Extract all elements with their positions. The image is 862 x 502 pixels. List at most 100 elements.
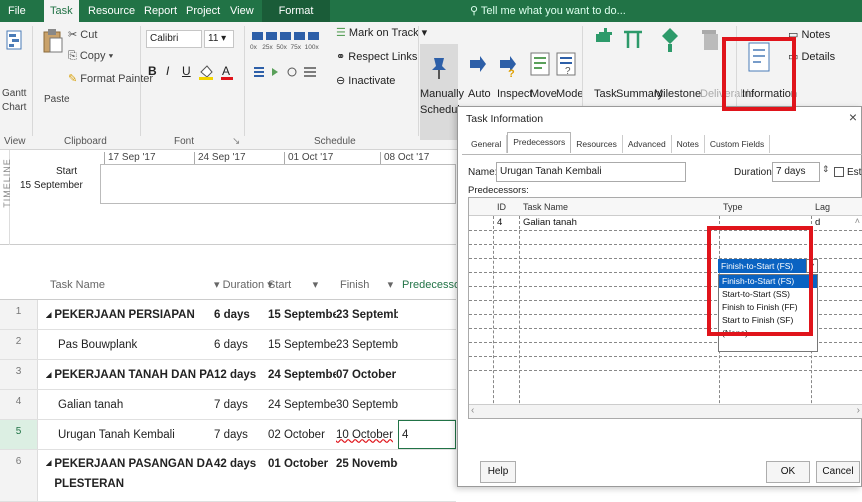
cell-pred[interactable] (398, 360, 456, 389)
respect-links-button[interactable]: ⚭ Respect Links (336, 50, 417, 63)
horizontal-scrollbar[interactable]: ‹ › (469, 404, 862, 418)
cell-duration[interactable]: 6 days (214, 300, 268, 329)
cell-name[interactable]: ◢ PEKERJAAN PERSIAPAN (46, 300, 214, 329)
cell-finish[interactable]: 10 October (336, 420, 398, 449)
col-finish[interactable]: Finish ▾ (340, 262, 393, 300)
summary-icon[interactable] (622, 26, 644, 52)
table-row[interactable]: 4 Galian tanah 7 days 24 September 30 Septem… (0, 390, 456, 420)
col-task-name[interactable]: Task Name (50, 262, 105, 300)
estimated-checkbox[interactable] (834, 167, 844, 177)
tab-predecessors[interactable]: Predecessors (507, 132, 572, 153)
tab-project[interactable]: Project (180, 0, 226, 22)
cell-finish[interactable]: 07 October (336, 360, 398, 389)
cell-duration[interactable]: 12 days (214, 360, 268, 389)
row-number[interactable]: 2 (0, 330, 38, 359)
italic-button[interactable]: I (166, 64, 169, 78)
percent-complete-icon[interactable] (252, 30, 322, 42)
tab-file[interactable]: File (2, 0, 32, 22)
collapse-triangle-icon[interactable]: ◢ (46, 311, 51, 319)
mode-icon[interactable]: ? (556, 52, 576, 76)
scroll-right-icon[interactable]: › (857, 405, 860, 416)
tab-advanced[interactable]: Advanced (623, 135, 672, 153)
table-row[interactable]: 3 ◢ PEKERJAAN TANAH DAN PASIR12 days 24 Se… (0, 360, 456, 390)
collapse-triangle-icon[interactable]: ◢ (46, 454, 51, 474)
cell-name[interactable]: Urugan Tanah Kembali (58, 420, 226, 449)
move-label[interactable]: Move (530, 88, 557, 100)
milestone-icon[interactable] (660, 26, 680, 52)
milestone-label[interactable]: Milestone (654, 88, 701, 100)
cell-start[interactable]: 01 October (268, 450, 336, 501)
move-icon[interactable] (530, 52, 550, 76)
inactivate-button[interactable]: ⊖ Inactivate (336, 74, 395, 87)
mode-label[interactable]: Mode (556, 88, 584, 100)
pred-row-task-name[interactable]: Galian tanah (523, 217, 577, 229)
cell-start[interactable]: 02 October (268, 420, 336, 449)
paste-icon[interactable] (42, 28, 64, 54)
font-color-icon[interactable]: A (220, 64, 236, 80)
row-number[interactable]: 6 (0, 450, 38, 501)
duration-spinner-icon[interactable]: ⇕ (822, 164, 830, 175)
tab-format[interactable]: Format (262, 0, 330, 22)
row-number[interactable]: 4 (0, 390, 38, 419)
tab-report[interactable]: Report (138, 0, 183, 22)
pct-100[interactable]: 100x (305, 44, 319, 51)
cell-duration[interactable]: 7 days (214, 390, 268, 419)
paste-label[interactable]: Paste (44, 94, 70, 105)
tab-notes[interactable]: Notes (672, 135, 705, 153)
tell-me-box[interactable]: ⚲ Tell me what you want to do... (470, 0, 626, 22)
timeline-bar[interactable] (100, 164, 456, 204)
tab-view[interactable]: View (224, 0, 260, 22)
table-row[interactable]: 5 Urugan Tanah Kembali 7 days 02 October 10 … (0, 420, 456, 450)
bold-button[interactable]: B (148, 64, 157, 78)
scroll-up-icon[interactable]: ˄ (855, 216, 860, 226)
ok-button[interactable]: OK (766, 461, 810, 483)
font-family-combo[interactable]: Calibri (146, 30, 202, 48)
task-insert-icon[interactable] (594, 26, 614, 52)
pct-50[interactable]: 50x (276, 44, 286, 51)
cell-name[interactable]: ◢ PEKERJAAN PASANGAN DAN PLESTERAN (46, 450, 214, 501)
tab-resource[interactable]: Resource (82, 0, 141, 22)
pred-row-id[interactable]: 4 (497, 217, 502, 229)
cell-start[interactable]: 24 September (268, 360, 336, 389)
pct-75[interactable]: 75x (291, 44, 301, 51)
tab-custom-fields[interactable]: Custom Fields (705, 135, 771, 153)
cancel-button[interactable]: Cancel (816, 461, 860, 483)
collapse-triangle-icon[interactable]: ◢ (46, 371, 51, 379)
cell-finish[interactable]: 23 September (336, 300, 398, 329)
duration-field[interactable]: 7 days (772, 162, 820, 182)
auto-schedule-icon[interactable] (468, 52, 486, 76)
cell-start[interactable]: 24 September (268, 390, 336, 419)
cell-name[interactable]: Pas Bouwplank (58, 330, 226, 359)
name-field[interactable]: Urugan Tanah Kembali (496, 162, 686, 182)
fill-color-icon[interactable] (198, 64, 216, 80)
cell-finish[interactable]: 25 November (336, 450, 398, 501)
pct-25[interactable]: 25x (262, 44, 272, 51)
cell-name[interactable]: Galian tanah (58, 390, 226, 419)
cell-finish[interactable]: 23 September (336, 330, 398, 359)
cell-duration[interactable]: 42 days (214, 450, 268, 501)
help-button[interactable]: Help (480, 461, 516, 483)
gantt-chart-icon[interactable] (6, 30, 22, 50)
table-row[interactable]: 2 Pas Bouwplank 6 days 15 September 23 Septe… (0, 330, 456, 360)
tab-general[interactable]: General (466, 135, 508, 153)
pred-row-lag[interactable]: d (815, 217, 820, 229)
cut-button[interactable]: ✂ Cut (68, 28, 97, 41)
cell-pred[interactable] (398, 390, 456, 419)
auto-label[interactable]: Auto (468, 88, 491, 100)
cell-name[interactable]: ◢ PEKERJAAN TANAH DAN PASIR (46, 360, 214, 389)
col-duration[interactable]: ▾ Duration ▾ (214, 262, 273, 300)
cell-finish[interactable]: 30 September (336, 390, 398, 419)
close-icon[interactable]: × (849, 109, 857, 125)
scroll-left-icon[interactable]: ‹ (471, 405, 474, 416)
tab-resources[interactable]: Resources (571, 135, 623, 153)
cell-pred[interactable] (398, 450, 456, 501)
cell-pred[interactable]: 4 (398, 420, 456, 449)
cell-pred[interactable] (398, 300, 456, 329)
inspect-icon[interactable]: ? (498, 52, 520, 78)
underline-button[interactable]: U (182, 64, 191, 78)
font-dialog-launcher-icon[interactable]: ↘ (232, 136, 240, 147)
table-row[interactable]: 6 ◢ PEKERJAAN PASANGAN DAN PLESTERAN 42 day… (0, 450, 456, 502)
inspect-label[interactable]: Inspect (497, 88, 532, 100)
mark-on-track-button[interactable]: ☰ Mark on Track ▾ (336, 26, 427, 39)
cell-pred[interactable] (398, 330, 456, 359)
